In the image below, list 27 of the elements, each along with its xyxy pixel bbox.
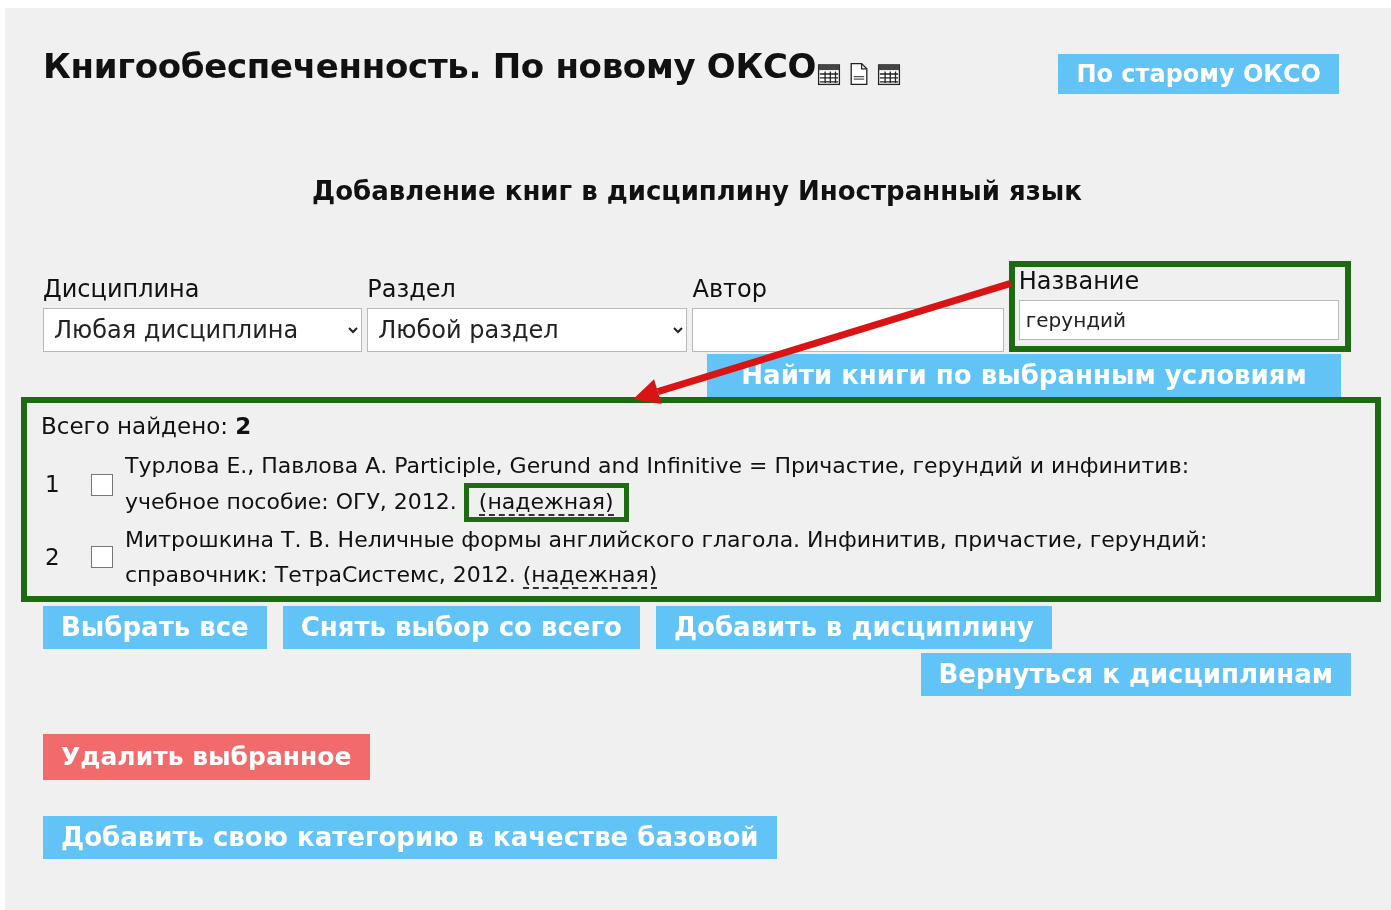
page-title: Книгообеспеченность. По новому ОКСО	[43, 46, 817, 87]
input-field[interactable]: герундий	[1018, 300, 1339, 341]
book-entry: Турлова Е., Павлова А. Participle, Gerund and Infinitive = Причастие, герундий и инфинитив: учебное пособие: ОГУ, 2012. (надежная)	[125, 447, 1245, 522]
filter-label: Название	[1018, 267, 1141, 297]
action-button[interactable]: Снять выбор со всего	[282, 605, 640, 650]
old-okso-button[interactable]: По старому ОКСО	[1058, 54, 1339, 95]
filter-label: Автор	[692, 275, 768, 305]
results-total: Всего найдено: 2	[41, 412, 253, 442]
delete-selected-button[interactable]: Удалить выбранное	[43, 734, 370, 780]
dropdown[interactable]: Любой раздел	[367, 308, 688, 353]
add-category-button[interactable]: Добавить свою категорию в качестве базовой	[43, 815, 777, 859]
input-field[interactable]	[692, 308, 1004, 353]
reliability-link[interactable]: (надежная)	[522, 561, 658, 589]
action-button[interactable]: Добавить в дисциплину	[655, 605, 1052, 650]
filter-label: Раздел	[367, 275, 457, 305]
filter-label: Дисциплина	[43, 275, 201, 305]
action-button[interactable]: Выбрать все	[43, 605, 267, 650]
checkbox[interactable]	[91, 545, 113, 568]
reliability-link[interactable]: (надежная)	[478, 488, 614, 516]
row-number: 2	[44, 542, 61, 572]
book-entry: Митрошкина Т. В. Неличные формы английского глагола. Инфинитив, причастие, герундий: справочник: ТетраСистемс, 2012. (надежная)	[125, 525, 1209, 591]
page-subtitle: Добавление книг в дисциплину Иностранный язык	[311, 175, 1083, 209]
checkbox[interactable]	[91, 473, 113, 496]
return-button[interactable]: Вернуться к дисциплинам	[920, 653, 1351, 697]
row-number: 1	[44, 470, 61, 500]
dropdown[interactable]: Любая дисциплина	[43, 308, 363, 353]
search-button[interactable]: Найти книги по выбранным условиям	[707, 354, 1341, 398]
